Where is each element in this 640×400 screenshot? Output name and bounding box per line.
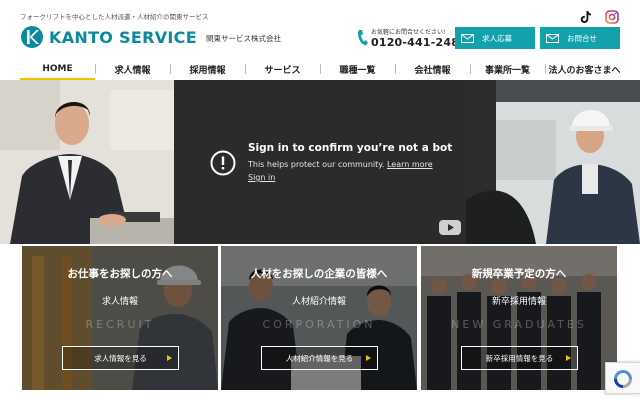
video-embed[interactable]: Sign in to confirm you’re not a bot This… (174, 80, 466, 244)
hero-banner: Sign in to confirm you’re not a bot This… (0, 80, 640, 244)
panel-button-label: 求人情報を見る (94, 353, 147, 363)
panel-title: 新規卒業予定の方へ (471, 268, 567, 280)
panel-subtitle: 求人情報 (101, 297, 138, 307)
mail-icon (461, 33, 474, 43)
view-job-info-button[interactable]: 求人情報を見る (62, 346, 179, 370)
learn-more-link[interactable]: Learn more (387, 160, 433, 169)
site-header: フォークリフトを中心とした人材派遣・人材紹介の関東サービス KANTO SERV… (0, 0, 640, 58)
apply-button[interactable]: 求人応募 (455, 27, 535, 49)
main-nav: HOME 求人情報 採用情報 サービス 職種一覧 会社情報 事業所一覧 法人のお… (20, 58, 624, 80)
phone-label: お気軽にお問合せください! (371, 29, 446, 36)
panel-english-label: CORPORATION (262, 318, 376, 331)
triangle-right-icon (366, 355, 371, 361)
nav-item-company[interactable]: 会社情報 (395, 58, 470, 80)
header-tagline: フォークリフトを中心とした人材派遣・人材紹介の関東サービス (20, 13, 209, 21)
phone-contact[interactable]: お気軽にお問合せください! 0120-441-248 (356, 27, 459, 51)
panel-english-label: RECRUIT (85, 318, 155, 331)
nav-item-offices[interactable]: 事業所一覧 (470, 58, 545, 80)
panel-companies[interactable]: 人材をお探しの企業の皆様へ 人材紹介情報 CORPORATION 人材紹介情報を… (221, 246, 417, 390)
sign-in-link[interactable]: Sign in (248, 173, 275, 182)
triangle-right-icon (167, 355, 172, 361)
site-logo[interactable]: KANTO SERVICE (20, 24, 197, 50)
bot-check-text: This helps protect our community. Learn … (248, 160, 433, 169)
instagram-icon[interactable] (605, 10, 619, 24)
view-new-grad-info-button[interactable]: 新卒採用情報を見る (461, 346, 578, 370)
nav-item-corporate[interactable]: 法人のお客さまへ (545, 58, 624, 80)
forklift-operator-illustration (466, 80, 640, 244)
panel-english-label: NEW GRADUATES (451, 318, 587, 331)
youtube-icon[interactable] (439, 220, 461, 235)
bot-check-title: Sign in to confirm you’re not a bot (248, 142, 453, 154)
phone-number: 0120-441-248 (371, 36, 460, 49)
hero-photo-office-worker (0, 80, 174, 244)
panel-button-label: 人材紹介情報を見る (285, 353, 354, 363)
triangle-right-icon (566, 355, 571, 361)
nav-item-job-types[interactable]: 職種一覧 (320, 58, 395, 80)
logo-text: KANTO SERVICE (49, 27, 197, 47)
panel-subtitle: 人材紹介情報 (291, 297, 346, 307)
kanto-logo-mark-icon (21, 26, 43, 48)
exclamation-circle-icon (210, 150, 236, 176)
apply-button-label: 求人応募 (482, 33, 512, 43)
panel-new-graduates[interactable]: 新規卒業予定の方へ 新卒採用情報 NEW GRADUATES 新卒採用情報を見る (421, 246, 617, 390)
nav-item-recruitment[interactable]: 採用情報 (170, 58, 245, 80)
panel-title: お仕事をお探しの方へ (67, 268, 173, 280)
contact-button-label: お問合せ (567, 33, 597, 43)
phone-icon (357, 30, 368, 46)
tiktok-icon[interactable] (579, 10, 593, 24)
nav-item-home[interactable]: HOME (20, 58, 95, 80)
recaptcha-badge[interactable] (605, 362, 640, 394)
recaptcha-icon (614, 370, 632, 388)
view-staffing-info-button[interactable]: 人材紹介情報を見る (261, 346, 378, 370)
nav-item-job-info[interactable]: 求人情報 (95, 58, 170, 80)
panel-job-seekers[interactable]: お仕事をお探しの方へ 求人情報 RECRUIT 求人情報を見る (22, 246, 218, 390)
office-worker-illustration (0, 80, 174, 244)
panel-button-label: 新卒採用情報を見る (485, 353, 554, 363)
company-name: 関東サービス株式会社 (206, 34, 281, 43)
mail-icon (546, 33, 559, 43)
contact-button[interactable]: お問合せ (540, 27, 620, 49)
panel-subtitle: 新卒採用情報 (491, 297, 546, 307)
hero-photo-forklift-operator (466, 80, 640, 244)
panel-title: 人材をお探しの企業の皆様へ (250, 268, 388, 280)
nav-item-service[interactable]: サービス (245, 58, 320, 80)
